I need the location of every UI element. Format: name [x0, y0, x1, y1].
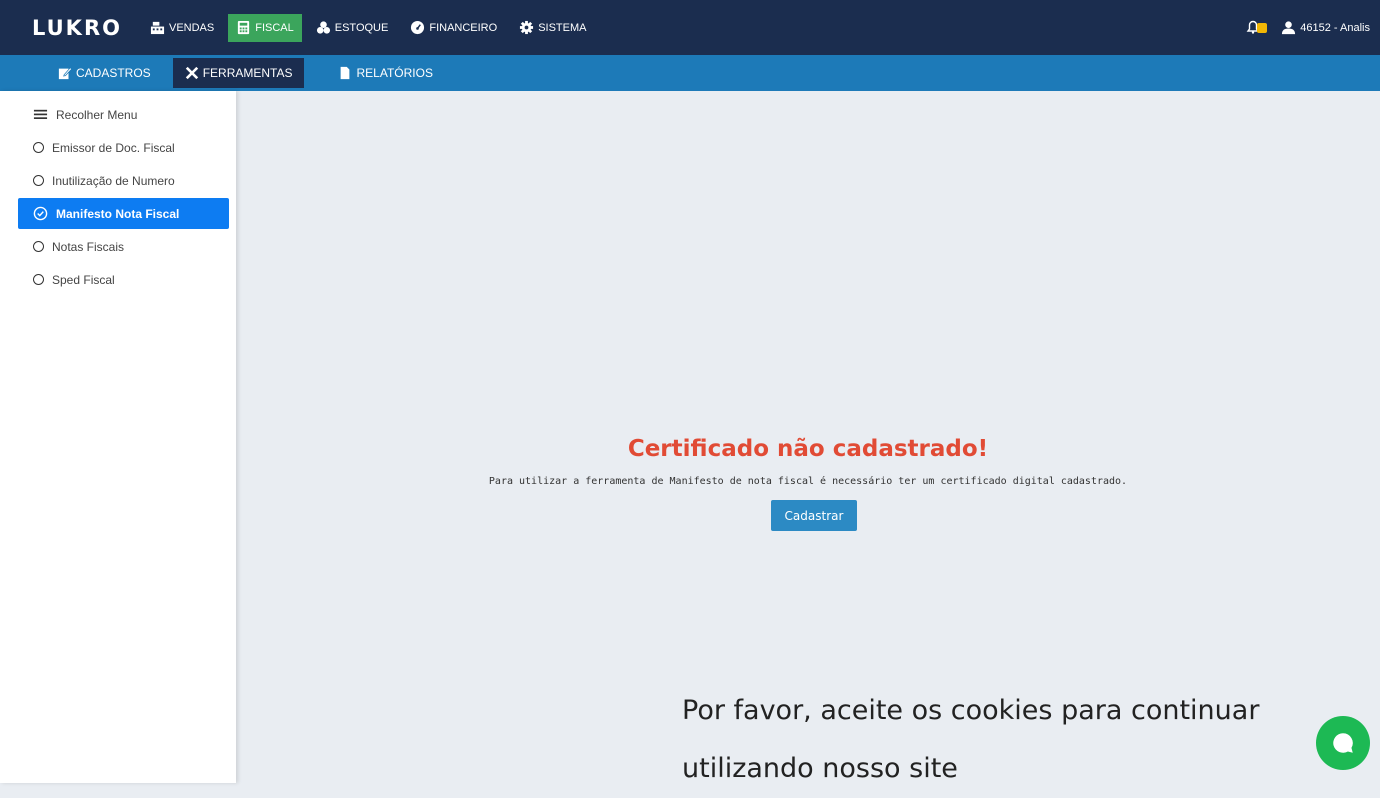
subnav-cadastros[interactable]: CADASTROS — [46, 58, 163, 88]
tools-icon — [185, 66, 198, 80]
sidebar-item-label: Inutilização de Numero — [52, 173, 175, 188]
user-label: 46152 - Analis — [1300, 21, 1370, 34]
nav-financeiro[interactable]: FINANCEIRO — [402, 14, 505, 42]
cadastrar-button[interactable]: Cadastrar — [771, 500, 857, 531]
sidebar-item-inutilizacao[interactable]: Inutilização de Numero — [18, 165, 229, 196]
sidebar-item-emissor[interactable]: Emissor de Doc. Fiscal — [18, 132, 229, 163]
edit-icon — [58, 67, 72, 80]
sidebar-item-notas[interactable]: Notas Fiscais — [18, 231, 229, 262]
sidebar-item-label: Sped Fiscal — [52, 272, 115, 287]
gear-icon — [520, 20, 534, 35]
certificate-missing-text: Para utilizar a ferramenta de Manifesto … — [488, 476, 1128, 487]
subnav-ferramentas-label: FERRAMENTAS — [202, 66, 293, 80]
user-menu[interactable]: 46152 - Analis — [1281, 20, 1370, 35]
sidebar-item-label: Notas Fiscais — [52, 239, 125, 254]
sidebar-item-label: Manifesto Nota Fiscal — [56, 206, 180, 221]
sidebar-item-manifesto[interactable]: Manifesto Nota Fiscal — [18, 198, 229, 229]
calculator-icon — [238, 20, 250, 35]
circle-icon — [33, 175, 44, 186]
nav-financeiro-label: FINANCEIRO — [429, 21, 498, 34]
nav-estoque[interactable]: ESTOQUE — [308, 14, 397, 42]
certificate-missing-title: Certificado não cadastrado! — [627, 436, 989, 462]
nav-vendas-label: VENDAS — [168, 21, 215, 34]
app-logo[interactable]: LUKRO — [32, 16, 122, 40]
nav-sistema-label: SISTEMA — [538, 21, 587, 34]
nav-sistema[interactable]: SISTEMA — [511, 14, 594, 42]
nav-fiscal[interactable]: FISCAL — [228, 13, 302, 42]
notifications-button[interactable] — [1245, 19, 1268, 37]
nav-estoque-label: ESTOQUE — [334, 21, 389, 34]
collapse-menu-button[interactable]: Recolher Menu — [18, 99, 229, 130]
subnav-cadastros-label: CADASTROS — [76, 66, 151, 80]
chat-button[interactable] — [1316, 716, 1370, 770]
cookie-notice-line1: Por favor, aceite os cookies para contin… — [682, 695, 1260, 726]
check-circle-icon — [33, 206, 48, 221]
notification-badge — [1257, 22, 1268, 33]
user-icon — [1282, 21, 1296, 35]
cookie-notice: Por favor, aceite os cookies para contin… — [682, 682, 1322, 798]
nav-vendas[interactable]: VENDAS — [142, 14, 222, 42]
sub-navbar: CADASTROS FERRAMENTAS RELATÓRIOS — [0, 55, 1380, 91]
circle-icon — [33, 274, 44, 285]
subnav-relatorios-label: RELATÓRIOS — [356, 66, 433, 80]
main-nav: VENDAS FISCAL ESTOQUE FINANCEIRO SISTEMA — [142, 0, 601, 55]
dashboard-icon — [411, 20, 425, 35]
sidebar-item-label: Emissor de Doc. Fiscal — [52, 140, 175, 155]
hamburger-icon — [33, 109, 48, 119]
cash-register-icon — [150, 21, 165, 35]
chat-bubble-icon — [1333, 733, 1353, 753]
circle-icon — [33, 142, 44, 153]
cookie-notice-line2: utilizando nosso site — [682, 753, 958, 784]
sidebar: Recolher Menu Emissor de Doc. Fiscal Inu… — [0, 91, 236, 783]
subnav-ferramentas[interactable]: FERRAMENTAS — [172, 58, 305, 88]
boxes-icon — [316, 21, 330, 34]
circle-icon — [33, 241, 44, 252]
subnav-relatorios[interactable]: RELATÓRIOS — [326, 58, 444, 88]
collapse-menu-label: Recolher Menu — [56, 107, 138, 122]
top-navbar: LUKRO VENDAS FISCAL ESTOQUE FINANCEIRO S… — [0, 0, 1380, 55]
file-icon — [341, 66, 350, 80]
sidebar-item-sped[interactable]: Sped Fiscal — [18, 264, 229, 295]
nav-fiscal-label: FISCAL — [255, 21, 294, 34]
top-right-area: 46152 - Analis — [1245, 19, 1370, 37]
